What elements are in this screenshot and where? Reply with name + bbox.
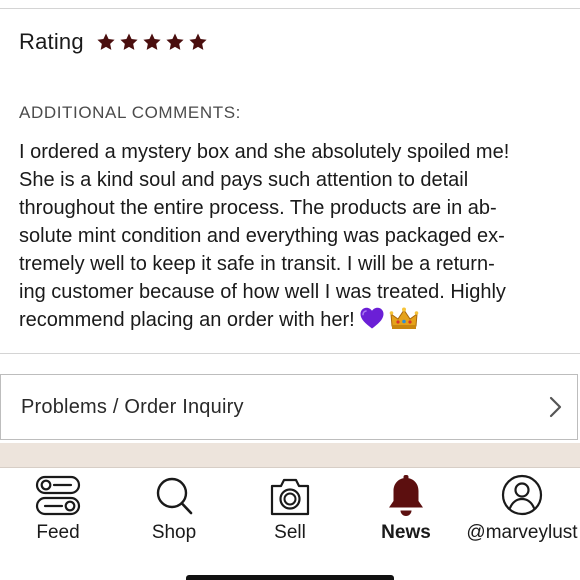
comment-line: solute mint condition and everything was… — [19, 225, 505, 247]
tab-shop[interactable]: Shop — [116, 474, 232, 544]
comment-body: I ordered a mystery box and she absolute… — [19, 138, 564, 338]
rating-row: Rating — [19, 26, 208, 58]
profile-icon — [501, 474, 543, 516]
tab-news-label: News — [381, 522, 431, 543]
order-inquiry-button[interactable]: Problems / Order Inquiry — [0, 374, 578, 440]
bell-icon — [389, 475, 423, 516]
tab-sell-label: Sell — [274, 522, 306, 543]
star-icon — [189, 33, 207, 50]
comment-line-text: recommend placing an order with her! — [19, 309, 355, 331]
comment-line: tremely well to keep it safe in transit.… — [19, 253, 495, 275]
tab-feed[interactable]: Feed — [0, 474, 116, 544]
section-divider — [0, 353, 580, 354]
comment-line: She is a kind soul and pays such attenti… — [19, 169, 469, 191]
bottom-tab-bar: Feed Shop Sell News @marveylust — [0, 467, 580, 567]
tab-sell[interactable]: Sell — [232, 474, 348, 544]
comment-line: ing customer because of how well I was t… — [19, 281, 506, 303]
top-divider — [0, 8, 580, 9]
star-icon — [97, 33, 115, 50]
search-icon — [156, 477, 193, 515]
crown-emoji — [389, 306, 419, 338]
camera-icon — [270, 478, 310, 516]
tab-shop-label: Shop — [151, 522, 197, 543]
tab-profile-label: @marveylust — [466, 522, 578, 543]
tab-bar-separator-band — [0, 443, 580, 467]
feed-icon — [35, 475, 81, 516]
star-rating — [96, 32, 208, 52]
comment-line: I ordered a mystery box and she absolute… — [19, 141, 510, 163]
purple-heart-emoji — [359, 306, 385, 338]
order-inquiry-label: Problems / Order Inquiry — [21, 395, 244, 418]
star-icon — [166, 33, 184, 50]
tab-profile[interactable]: @marveylust — [464, 474, 580, 544]
star-icon — [120, 33, 138, 50]
tab-news[interactable]: News — [348, 474, 464, 544]
home-indicator[interactable] — [186, 575, 394, 580]
tab-feed-label: Feed — [36, 522, 80, 543]
chevron-right-icon — [549, 396, 562, 418]
review-detail-screen: Rating ADDITIONAL COMMENTS: I ordered a … — [0, 0, 580, 580]
comment-line: throughout the entire process. The produ… — [19, 197, 497, 219]
comment-line-last: recommend placing an order with her! — [19, 306, 564, 338]
comments-heading: ADDITIONAL COMMENTS: — [19, 103, 241, 122]
star-icon — [143, 33, 161, 50]
rating-label: Rating — [19, 29, 84, 54]
